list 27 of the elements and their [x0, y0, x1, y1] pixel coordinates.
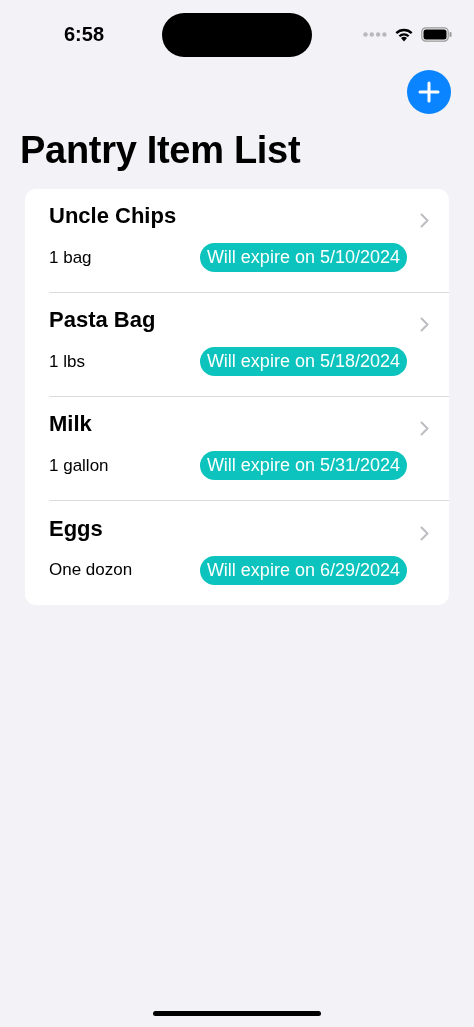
item-name: Eggs — [49, 515, 104, 542]
pantry-item-row[interactable]: Milk 1 gallon Will expire on 5/31/2024 — [49, 397, 449, 501]
wifi-icon — [394, 26, 414, 42]
page-title: Pantry Item List — [20, 128, 302, 173]
chevron-icon — [420, 421, 429, 436]
expiry-badge: Will expire on 5/18/2024 — [199, 347, 407, 376]
item-name: Milk — [49, 411, 93, 437]
add-button[interactable] — [407, 70, 451, 114]
chevron-icon — [420, 213, 429, 228]
item-quantity: 1 gallon — [49, 455, 109, 476]
item-quantity: 1 bag — [49, 247, 92, 268]
chevron-icon — [420, 317, 429, 332]
item-name: Uncle Chips — [49, 203, 178, 229]
signal-icon — [363, 31, 387, 37]
chevron-icon — [420, 525, 429, 541]
item-quantity: 1 lbs — [49, 351, 85, 372]
expiry-badge: Will expire on 5/31/2024 — [199, 451, 407, 480]
item-quantity: One dozon — [49, 560, 133, 580]
pantry-item-row[interactable]: Pasta Bag 1 lbs Will expire on 5/18/2024 — [49, 293, 449, 397]
pantry-item-row[interactable]: Uncle Chips 1 bag Will expire on 5/10/2024 — [49, 189, 449, 293]
expiry-badge: Will expire on 6/29/2024 — [199, 555, 407, 585]
plus-icon — [418, 81, 440, 103]
pantry-item-row[interactable]: Eggs One dozon Will expire on 6/29/2024 — [49, 501, 449, 605]
status-time: 6:58 — [64, 22, 105, 46]
battery-icon — [421, 26, 452, 42]
item-name: Pasta Bag — [49, 307, 157, 333]
expiry-badge: Will expire on 5/10/2024 — [199, 243, 407, 272]
